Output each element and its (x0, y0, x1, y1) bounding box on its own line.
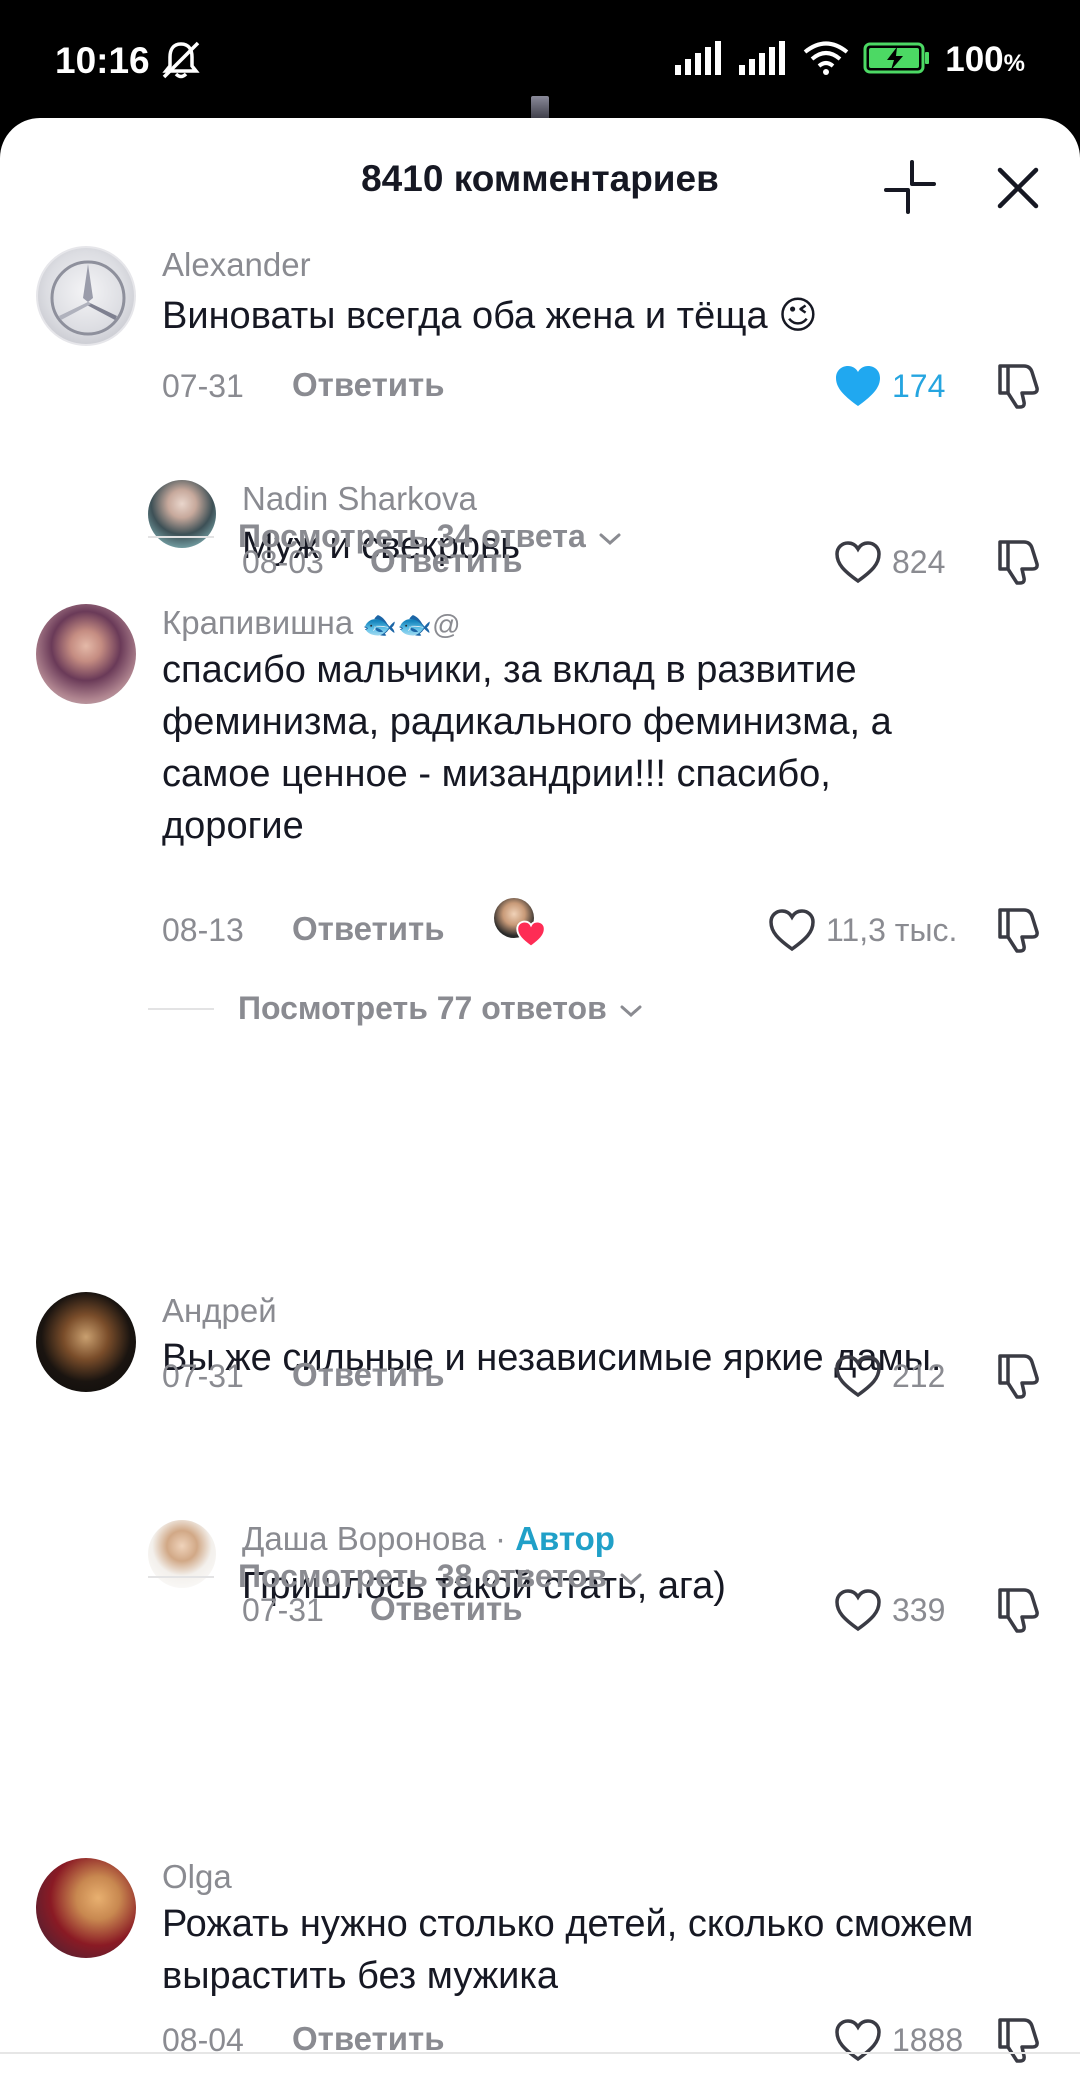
view-replies-button[interactable]: Посмотреть 38 ответов (148, 1552, 848, 1602)
like-count: 339 (892, 1592, 946, 1628)
comment-actions: 08-13 Ответить 11,3 тыс. (0, 898, 1080, 954)
comment-actions: 07-31 Ответить 212 (0, 1350, 1080, 1400)
like-count: 174 (892, 368, 946, 404)
username-text: Крапивишна (162, 604, 354, 641)
reply-button[interactable]: Ответить (292, 366, 445, 404)
view-replies-label: Посмотреть 34 ответа (238, 518, 586, 554)
signal-icon (739, 40, 789, 80)
comment-actions: 08-04 Ответить 1888 (0, 2014, 1080, 2064)
close-icon (997, 167, 1039, 209)
dislike-icon[interactable] (994, 1350, 1044, 1400)
reply-button[interactable]: Ответить (292, 1356, 445, 1394)
divider (148, 1008, 214, 1010)
status-time: 10:16 (55, 40, 150, 81)
reply-button[interactable]: Ответить (292, 910, 445, 948)
avatar[interactable] (36, 1858, 136, 1958)
comment-username[interactable]: Alexander (162, 246, 311, 284)
battery-charging-icon (863, 41, 931, 80)
heart-icon[interactable] (768, 908, 816, 952)
close-button[interactable] (990, 160, 1046, 216)
bottom-divider (0, 2052, 1080, 2054)
battery-level: 100% (945, 40, 1025, 79)
collapse-button[interactable] (880, 156, 940, 216)
view-replies-button[interactable]: Посмотреть 34 ответа (148, 512, 848, 562)
heart-icon[interactable] (834, 2018, 882, 2062)
comment-username[interactable]: Крапивишна 🐟🐟@ (162, 604, 461, 642)
avatar[interactable] (36, 246, 136, 346)
comments-sheet: 8410 комментариев Alexander Виноваты все… (0, 118, 1080, 2082)
mute-icon (160, 40, 202, 85)
pip-thumbnail (531, 96, 549, 120)
comment-actions: 07-31 Ответить 174 (0, 360, 1080, 410)
comment-text: Виноваты всегда оба жена и тёща 😉 (162, 295, 818, 337)
comment-date: 08-13 (162, 912, 244, 948)
collapse-icon (884, 160, 936, 214)
divider (148, 1576, 214, 1578)
dislike-icon[interactable] (994, 536, 1044, 586)
dislike-icon[interactable] (994, 2014, 1044, 2064)
dislike-icon[interactable] (994, 1584, 1044, 1634)
chevron-down-icon (620, 1573, 642, 1585)
dislike-icon[interactable] (994, 904, 1044, 954)
wifi-icon (803, 41, 849, 80)
like-count: 824 (892, 544, 946, 580)
comment-text: спасибо мальчики, за вклад в развитие фе… (162, 649, 892, 847)
status-bar: 10:16 100% (0, 0, 1080, 120)
status-right: 100% (675, 40, 1025, 80)
dislike-icon[interactable] (994, 360, 1044, 410)
divider (148, 536, 214, 538)
signal-icon (675, 40, 725, 80)
view-replies-label: Посмотреть 77 ответов (238, 990, 607, 1026)
username-emoji: 🐟🐟@ (362, 609, 461, 640)
comment-username[interactable]: Olga (162, 1858, 232, 1896)
view-replies-button[interactable]: Посмотреть 77 ответов (148, 984, 848, 1034)
like-count: 212 (892, 1358, 946, 1394)
chevron-down-icon (599, 533, 621, 545)
like-count: 11,3 тыс. (826, 912, 958, 948)
creator-liked-badge (494, 898, 546, 950)
comment-date: 07-31 (162, 368, 244, 404)
avatar[interactable] (36, 604, 136, 704)
view-replies-label: Посмотреть 38 ответов (238, 1558, 607, 1594)
heart-icon[interactable] (834, 1354, 882, 1398)
heart-icon[interactable] (834, 364, 882, 408)
sheet-header: 8410 комментариев (0, 118, 1080, 243)
comment-date: 07-31 (162, 1358, 244, 1394)
comment-username[interactable]: Андрей (162, 1292, 277, 1330)
chevron-down-icon (620, 1005, 642, 1017)
comment-text: Рожать нужно столько детей, сколько смож… (162, 1903, 974, 1997)
